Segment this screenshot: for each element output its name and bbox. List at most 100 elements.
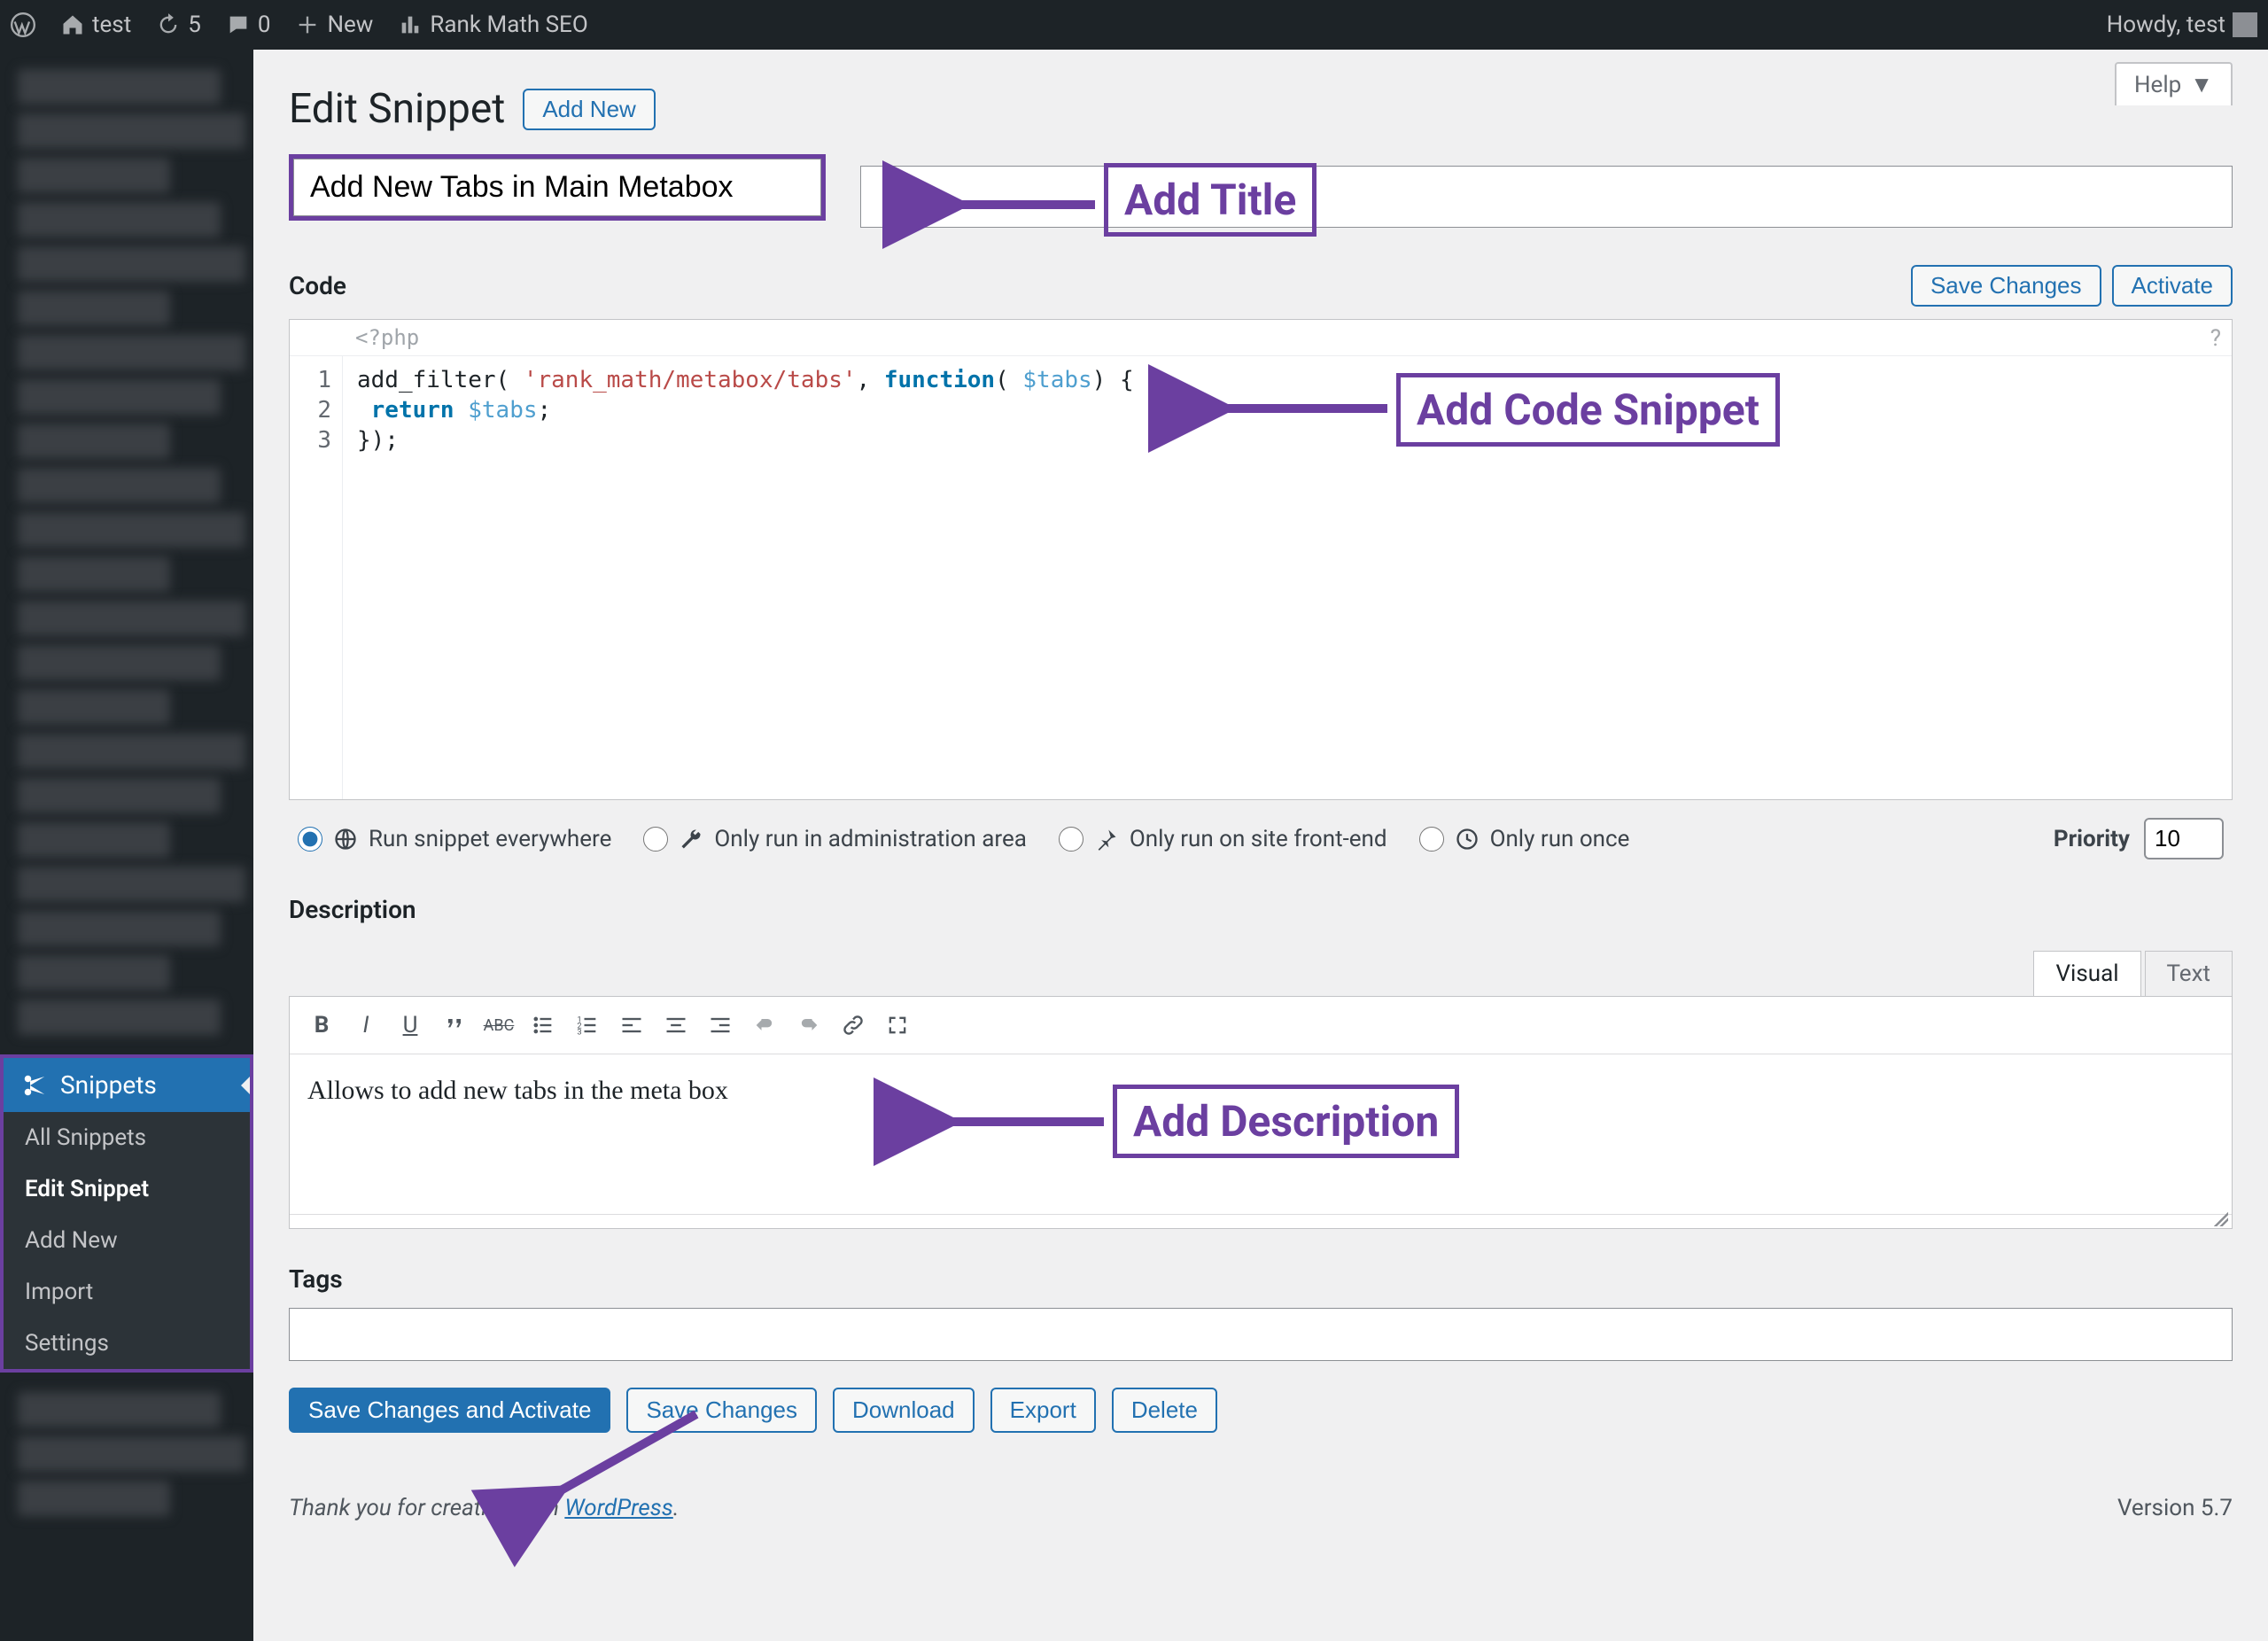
clock-icon	[1455, 827, 1480, 852]
activate-button[interactable]: Activate	[2112, 265, 2233, 307]
submenu-import[interactable]: Import	[4, 1266, 250, 1318]
redo-button[interactable]	[789, 1006, 828, 1045]
tab-visual[interactable]: Visual	[2033, 951, 2140, 996]
home-icon	[60, 12, 85, 37]
new-content[interactable]: New	[295, 12, 373, 38]
comment-icon	[226, 12, 251, 37]
tags-heading: Tags	[289, 1264, 2233, 1294]
submenu-all-snippets[interactable]: All Snippets	[4, 1112, 250, 1163]
snippet-title-input[interactable]	[293, 159, 821, 216]
add-new-button[interactable]: Add New	[523, 89, 656, 130]
comments-count: 0	[258, 12, 271, 38]
globe-icon	[333, 827, 358, 852]
expand-icon	[885, 1013, 910, 1038]
svg-text:3: 3	[577, 1028, 581, 1038]
help-label: Help	[2134, 72, 2181, 98]
footer-thanks: Thank you for creating with WordPress.	[289, 1495, 679, 1521]
editor-tabs: Visual Text	[289, 951, 2233, 996]
footer-version: Version 5.7	[2117, 1495, 2233, 1521]
align-center-button[interactable]	[656, 1006, 695, 1045]
submenu-add-new[interactable]: Add New	[4, 1215, 250, 1266]
strike-button[interactable]: ABC	[479, 1006, 518, 1045]
submenu-settings[interactable]: Settings	[4, 1318, 250, 1369]
page-content: Help ▼ Edit Snippet Add New Add Title Co…	[253, 50, 2268, 1641]
account-greeting[interactable]: Howdy, test	[2107, 12, 2257, 38]
howdy-text: Howdy, test	[2107, 12, 2225, 38]
tab-text[interactable]: Text	[2145, 951, 2233, 996]
list-ul-icon	[531, 1013, 555, 1038]
run-options: Run snippet everywhere Only run in admin…	[289, 800, 2233, 877]
snippets-submenu: All Snippets Edit Snippet Add New Import…	[4, 1112, 250, 1369]
run-everywhere-label: Run snippet everywhere	[369, 826, 611, 852]
wordpress-link[interactable]: WordPress	[564, 1495, 672, 1521]
run-once-radio[interactable]	[1419, 827, 1444, 852]
rankmath-link[interactable]: Rank Math SEO	[398, 12, 587, 38]
chart-icon	[398, 12, 423, 37]
save-activate-button[interactable]: Save Changes and Activate	[289, 1388, 610, 1433]
plus-icon	[295, 12, 320, 37]
sidebar-blurred-bottom	[0, 1373, 253, 1536]
align-left-icon	[619, 1013, 644, 1038]
code-body[interactable]: add_filter( 'rank_math/metabox/tabs', fu…	[343, 356, 1148, 799]
sidebar-item-snippets[interactable]: Snippets	[4, 1058, 250, 1112]
chevron-down-icon: ▼	[2190, 71, 2213, 98]
comments[interactable]: 0	[226, 12, 271, 38]
run-everywhere-option[interactable]: Run snippet everywhere	[298, 826, 611, 852]
code-heading: Code	[289, 271, 346, 300]
code-help-icon[interactable]: ?	[2210, 325, 2221, 352]
admin-sidebar: Snippets All Snippets Edit Snippet Add N…	[0, 50, 253, 1641]
description-body[interactable]: Allows to add new tabs in the meta box	[290, 1054, 2232, 1214]
run-once-label: Only run once	[1490, 826, 1630, 852]
save-changes-button-top[interactable]: Save Changes	[1911, 265, 2101, 307]
fullscreen-button[interactable]	[878, 1006, 917, 1045]
wp-logo[interactable]	[11, 12, 35, 37]
run-once-option[interactable]: Only run once	[1419, 826, 1630, 852]
undo-button[interactable]	[745, 1006, 784, 1045]
list-ol-icon: 123	[575, 1013, 600, 1038]
page-title: Edit Snippet	[289, 85, 505, 133]
code-editor[interactable]: ? <?php 123 add_filter( 'rank_math/metab…	[289, 319, 2233, 800]
priority-input[interactable]	[2144, 818, 2224, 859]
admin-toolbar: test 5 0 New Rank Math SEO Howdy, test	[0, 0, 2268, 50]
delete-button[interactable]: Delete	[1112, 1388, 1217, 1433]
link-button[interactable]	[834, 1006, 873, 1045]
sidebar-blurred-top	[0, 50, 253, 1054]
snippets-label: Snippets	[60, 1070, 157, 1100]
export-button[interactable]: Export	[990, 1388, 1096, 1433]
run-admin-option[interactable]: Only run in administration area	[643, 826, 1027, 852]
run-frontend-option[interactable]: Only run on site front-end	[1059, 826, 1387, 852]
run-frontend-radio[interactable]	[1059, 827, 1084, 852]
run-everywhere-radio[interactable]	[298, 827, 322, 852]
italic-button[interactable]: I	[346, 1006, 385, 1045]
align-right-button[interactable]	[701, 1006, 740, 1045]
wordpress-icon	[11, 12, 35, 37]
save-changes-button[interactable]: Save Changes	[626, 1388, 817, 1433]
code-prelude: <?php	[290, 320, 2232, 356]
tags-input[interactable]	[289, 1308, 2233, 1361]
site-name[interactable]: test	[60, 12, 131, 38]
bold-button[interactable]: B	[302, 1006, 341, 1045]
undo-icon	[752, 1013, 777, 1038]
avatar	[2233, 12, 2257, 37]
align-right-icon	[708, 1013, 733, 1038]
sidebar-snippets-menu: Snippets All Snippets Edit Snippet Add N…	[0, 1054, 253, 1373]
run-admin-radio[interactable]	[643, 827, 668, 852]
site-name-text: test	[92, 12, 131, 38]
run-frontend-label: Only run on site front-end	[1130, 826, 1387, 852]
ol-button[interactable]: 123	[568, 1006, 607, 1045]
updates[interactable]: 5	[156, 12, 201, 38]
help-tab[interactable]: Help ▼	[2115, 62, 2233, 105]
refresh-icon	[156, 12, 181, 37]
underline-button[interactable]: U	[391, 1006, 430, 1045]
align-center-icon	[664, 1013, 688, 1038]
align-left-button[interactable]	[612, 1006, 651, 1045]
download-button[interactable]: Download	[833, 1388, 975, 1433]
editor-resize-handle[interactable]	[290, 1214, 2232, 1228]
title-field-extension[interactable]	[860, 166, 2233, 228]
description-heading: Description	[289, 895, 2233, 924]
quote-button[interactable]	[435, 1006, 474, 1045]
submenu-edit-snippet[interactable]: Edit Snippet	[4, 1163, 250, 1215]
scissors-icon	[21, 1072, 48, 1099]
ul-button[interactable]	[524, 1006, 563, 1045]
redo-icon	[796, 1013, 821, 1038]
